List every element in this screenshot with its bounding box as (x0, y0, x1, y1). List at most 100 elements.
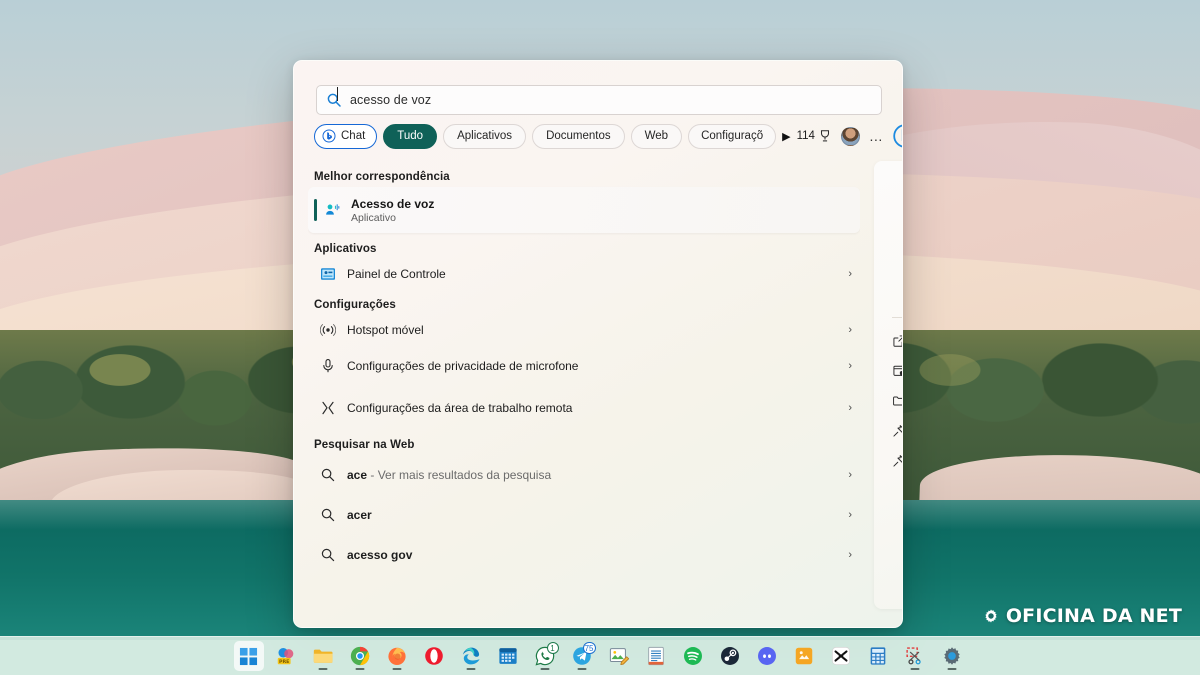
taskbar-capcut[interactable] (826, 641, 856, 671)
preview-actions: Abrir Executar como administrador Abrir … (874, 328, 903, 473)
running-indicator (947, 668, 956, 670)
taskbar-media-app[interactable] (789, 641, 819, 671)
web-suffix: - Ver mais resultados da pesquisa (367, 468, 551, 482)
chip-tudo[interactable]: Tudo (383, 124, 437, 149)
microphone-icon (320, 358, 336, 374)
section-header-settings: Configurações (314, 299, 860, 311)
chip-aplicativos[interactable]: Aplicativos (443, 124, 526, 149)
discord-icon (756, 645, 778, 667)
result-item-control-panel[interactable]: Painel de Controle › (308, 259, 860, 289)
taskbar-calculator[interactable] (863, 641, 893, 671)
taskbar-google-chrome[interactable] (345, 641, 375, 671)
folder-icon (892, 394, 903, 408)
orange-media-icon (793, 645, 815, 667)
rewards-medal-icon (818, 129, 832, 143)
chevron-right-icon[interactable]: › (848, 469, 852, 481)
result-item-label: Configurações de privacidade de microfon… (347, 359, 578, 374)
action-abrir-local-do-arquivo[interactable]: Abrir local do arquivo (874, 388, 903, 413)
result-item-microphone-privacy[interactable]: Configurações de privacidade de microfon… (308, 345, 860, 387)
open-external-icon (892, 334, 903, 348)
bing-logo-icon[interactable] (893, 124, 903, 148)
control-panel-icon (320, 266, 336, 282)
web-term: acesso gov (347, 548, 412, 562)
result-item-hotspot[interactable]: Hotspot móvel › (308, 315, 860, 345)
steam-icon (719, 645, 741, 667)
action-executar-como-administrador[interactable]: Executar como administrador (874, 358, 903, 383)
taskbar-snipping-tool[interactable] (900, 641, 930, 671)
result-item-web-1[interactable]: acer › (308, 495, 860, 535)
start-button[interactable] (234, 641, 264, 671)
result-best-match-subtitle: Aplicativo (351, 212, 434, 224)
result-item-label: Painel de Controle (347, 267, 446, 282)
bing-logo-icon (322, 129, 336, 143)
chips-more-arrow-icon[interactable]: ▶ (782, 130, 790, 143)
taskbar-opera-browser[interactable] (419, 641, 449, 671)
taskbar-calendar-app[interactable] (493, 641, 523, 671)
pre-app-icon: PRE (275, 645, 297, 667)
running-indicator (318, 668, 327, 670)
taskbar-settings[interactable] (937, 641, 967, 671)
running-indicator (577, 668, 586, 670)
taskbar-telegram[interactable]: 75 (567, 641, 597, 671)
taskbar-spotify[interactable] (678, 641, 708, 671)
search-input[interactable]: acesso de voz (316, 85, 882, 115)
search-results-list: Melhor correspondência Acesso de voz Apl… (308, 161, 860, 621)
running-indicator (910, 668, 919, 670)
notification-badge: 75 (583, 642, 596, 654)
avatar[interactable] (841, 127, 860, 146)
taskbar-whatsapp[interactable]: 1 (530, 641, 560, 671)
chevron-right-icon[interactable]: › (848, 509, 852, 521)
chevron-right-icon[interactable]: › (848, 268, 852, 280)
chip-chat-label: Chat (341, 130, 365, 142)
rewards-count: 114 (797, 130, 815, 142)
taskbar-file-explorer[interactable] (308, 641, 338, 671)
search-icon (320, 507, 336, 523)
running-indicator (540, 668, 549, 670)
image-edit-icon (608, 645, 630, 667)
windows-logo-icon (239, 647, 258, 666)
result-item-label: ace - Ver mais resultados da pesquisa (347, 468, 551, 482)
result-item-label: acesso gov (347, 548, 412, 562)
result-item-web-2[interactable]: acesso gov › (308, 535, 860, 575)
search-icon (320, 467, 336, 483)
taskbar: PRE (0, 636, 1200, 675)
chip-configuracoes-label: Configuraçõ (701, 130, 763, 142)
chevron-right-icon[interactable]: › (848, 549, 852, 561)
taskbar-photo-editor[interactable] (604, 641, 634, 671)
calendar-icon (497, 645, 519, 667)
snip-icon (904, 645, 926, 667)
action-abrir[interactable]: Abrir (874, 328, 903, 353)
result-item-label: acer (347, 508, 372, 522)
chip-documentos-label: Documentos (546, 130, 611, 142)
svg-text:PRE: PRE (278, 659, 288, 665)
taskbar-copilot-pre-app[interactable]: PRE (271, 641, 301, 671)
taskbar-discord[interactable] (752, 641, 782, 671)
running-indicator (355, 668, 364, 670)
chevron-right-icon[interactable]: › (848, 324, 852, 336)
action-fixar-na-barra-de-tarefas[interactable]: Fixar na barra de tarefas (874, 448, 903, 473)
gear-icon (941, 645, 963, 667)
pin-icon (892, 424, 903, 438)
action-fixar-em-iniciar[interactable]: Fixar em Iniciar (874, 418, 903, 443)
chip-configuracoes[interactable]: Configuraçõ (688, 124, 776, 149)
chip-web[interactable]: Web (631, 124, 682, 149)
overflow-menu-button[interactable]: … (869, 131, 884, 141)
chip-chat[interactable]: Chat (314, 124, 377, 149)
taskbar-microsoft-edge[interactable] (456, 641, 486, 671)
chevron-right-icon[interactable]: › (848, 360, 852, 372)
taskbar-steam[interactable] (715, 641, 745, 671)
result-item-remote-desktop[interactable]: Configurações da área de trabalho remota… (308, 387, 860, 429)
chip-tudo-label: Tudo (397, 130, 423, 142)
chevron-right-icon[interactable]: › (848, 402, 852, 414)
rewards-counter[interactable]: 114 (797, 129, 832, 143)
section-header-apps: Aplicativos (314, 243, 860, 255)
result-item-web-0[interactable]: ace - Ver mais resultados da pesquisa › (308, 455, 860, 495)
taskbar-mozilla-firefox[interactable] (382, 641, 412, 671)
result-best-match[interactable]: Acesso de voz Aplicativo (308, 187, 860, 233)
running-indicator (392, 668, 401, 670)
chip-documentos[interactable]: Documentos (532, 124, 625, 149)
capcut-icon (830, 645, 852, 667)
pin-icon (892, 454, 903, 468)
chrome-icon (349, 645, 371, 667)
taskbar-notepad[interactable] (641, 641, 671, 671)
